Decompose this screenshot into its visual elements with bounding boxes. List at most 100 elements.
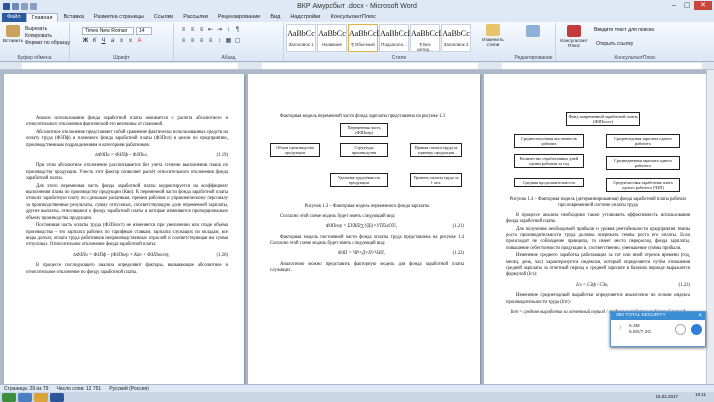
find-button[interactable]: [522, 25, 544, 53]
styles-group: Стили: [286, 23, 512, 61]
line-spacing-icon[interactable]: ↕: [216, 38, 223, 45]
font-group-label: Шрифт: [113, 55, 130, 61]
tab-references[interactable]: Ссылки: [149, 13, 178, 22]
tab-home[interactable]: Главная: [25, 13, 59, 22]
title-bar: ВКР Амурсбыт .docx - Microsoft Word – ▢ …: [0, 0, 714, 12]
tab-addins[interactable]: Надстройки: [285, 13, 325, 22]
italic-icon[interactable]: К: [91, 38, 98, 45]
tab-view[interactable]: Вид: [265, 13, 285, 22]
system-clock[interactable]: 10:11: [695, 392, 706, 397]
numbering-icon[interactable]: ≡: [189, 27, 196, 34]
paragraph: Изменение среднего заработка работающих …: [506, 253, 690, 278]
formula: Iсз = СЗф / СЗо, (1.23): [576, 282, 690, 288]
font-family-select[interactable]: Times New Roman: [82, 27, 134, 35]
formula: ∆ФЗПо = ФЗПф – (ФЗПпер × Квп + ФЗПпост),…: [73, 252, 228, 258]
factor-diagram-1: Переменная часть (ФЗПпер) Объем производ…: [270, 121, 464, 201]
tab-insert[interactable]: Вставка: [58, 13, 88, 22]
document-page-2[interactable]: Факторная модель переменной части фонда …: [248, 74, 480, 384]
align-center-icon[interactable]: ≡: [189, 38, 196, 45]
popup-close-icon[interactable]: ×: [698, 312, 702, 320]
align-row: ≡ ≡ ≡ ≡ ↕ ▦ ▢: [180, 38, 241, 45]
tab-file[interactable]: Файл: [2, 13, 26, 22]
document-area[interactable]: Анализ использования фонда заработной пл…: [0, 70, 714, 384]
consultant-search-input[interactable]: Введите текст для поиска: [592, 27, 692, 35]
consultant-button[interactable]: Консультант Плюс: [560, 25, 588, 53]
borders-icon[interactable]: ▢: [234, 38, 241, 45]
strikethrough-icon[interactable]: a: [109, 38, 116, 45]
word-taskbar-icon[interactable]: [50, 392, 64, 402]
paragraph: Анализ использования фонда заработной пл…: [26, 116, 228, 128]
diagram-box: Среднедневная зарплата одного рабочего: [606, 156, 680, 170]
subscript-icon[interactable]: x: [118, 38, 125, 45]
paragraph: Факторная модель переменной части фонда …: [280, 114, 445, 119]
figure-caption: Рисунок 1.4 – Факторная модель (детермин…: [509, 197, 687, 209]
window-title: ВКР Амурсбыт .docx - Microsoft Word: [297, 2, 417, 10]
paragraph: Постоянная часть оплаты труда (ФЗПпост) …: [26, 223, 228, 248]
underline-icon[interactable]: Ч: [100, 38, 107, 45]
diagram-box: Средняя продолжительность: [514, 178, 584, 187]
tab-page-layout[interactable]: Разметка страницы: [89, 13, 149, 22]
font-color-icon[interactable]: A: [136, 38, 143, 45]
diagram-box: Фонд повременной заработной платы (ФЗПпо…: [566, 112, 640, 126]
vertical-scrollbar[interactable]: [706, 70, 714, 384]
paragraph: Для этого переменная часть фонда заработ…: [26, 183, 228, 221]
explorer-taskbar-icon[interactable]: [18, 392, 32, 402]
justify-icon[interactable]: ≡: [207, 38, 214, 45]
copy-button[interactable]: Копировать: [25, 33, 70, 40]
paragraph: Согласно этой схеме модель будет иметь с…: [280, 213, 396, 219]
page-count[interactable]: Страница: 29 из 79: [4, 385, 48, 392]
increase-indent-icon[interactable]: ⇥: [216, 27, 223, 34]
editing-group: Редактирование: [512, 23, 556, 61]
consultant-group-label: КонсультантПлюс: [614, 55, 656, 61]
format-painter-button[interactable]: Формат по образцу: [25, 40, 70, 47]
word-count[interactable]: Число слов: 12 751: [56, 385, 101, 392]
decrease-indent-icon[interactable]: ⇤: [207, 27, 214, 34]
figure-caption: Рисунок 1.3 – Факторная модель переменно…: [304, 204, 430, 210]
diagram-box: Удельная трудоёмкость продукции: [330, 173, 388, 188]
diagram-box: Структура производства: [340, 143, 388, 158]
close-button[interactable]: ✕: [694, 1, 712, 10]
ribbon: Вставить Вырезать Копировать Формат по о…: [0, 22, 714, 62]
align-right-icon[interactable]: ≡: [198, 38, 205, 45]
system-date[interactable]: 15.02.2017: [655, 394, 678, 399]
tab-review[interactable]: Рецензирование: [213, 13, 265, 22]
start-button-icon[interactable]: [2, 392, 16, 402]
paragraph: В процессе последующего анализа определя…: [26, 263, 228, 275]
speed-gauge-icon[interactable]: [675, 324, 686, 335]
editing-group-label: Редактирование: [514, 55, 553, 61]
show-marks-icon[interactable]: ¶: [234, 27, 241, 34]
tab-consultant[interactable]: КонсультантПлюс: [326, 13, 381, 22]
diagram-box: Объем производства продукции: [270, 143, 320, 158]
network-usage: 5.3M 6.8G/7.2G: [629, 324, 652, 335]
folder-taskbar-icon[interactable]: [34, 392, 48, 402]
paragraph: В процессе анализа необходимо также уста…: [506, 212, 690, 225]
boost-icon[interactable]: [691, 324, 702, 335]
security-popup[interactable]: 360 TOTAL SECURITY × ↑ 5.3M 6.8G/7.2G: [610, 311, 706, 347]
diagram-box: Переменная часть (ФЗПпер): [340, 123, 388, 138]
popup-title: 360 TOTAL SECURITY: [611, 312, 705, 320]
paragraph-group: ≡ ≡ ≡ ⇤ ⇥ ↕ ¶ ≡ ≡ ≡ ≡ ↕ ▦ ▢ Абзац: [174, 23, 284, 61]
superscript-icon[interactable]: x: [127, 38, 134, 45]
horizontal-ruler[interactable]: [0, 62, 714, 70]
ribbon-tabs: Файл Главная Вставка Разметка страницы С…: [0, 12, 714, 22]
multilevel-list-icon[interactable]: ≡: [198, 27, 205, 34]
bullets-icon[interactable]: ≡: [180, 27, 187, 34]
paste-button[interactable]: Вставить: [2, 25, 24, 53]
bold-icon[interactable]: Ж: [82, 38, 89, 45]
formula: ФЗП = ЧР×Д×П×ЧЗП, (1.22): [337, 251, 464, 257]
sort-icon[interactable]: ↕: [225, 27, 232, 34]
tab-mailings[interactable]: Рассылки: [178, 13, 213, 22]
cut-button[interactable]: Вырезать: [25, 26, 70, 33]
factor-diagram-2: Фонд повременной заработной платы (ФЗПпо…: [506, 112, 690, 194]
open-link-button[interactable]: Открыть ссылку: [596, 41, 633, 48]
language-indicator[interactable]: Русский (Россия): [109, 385, 149, 392]
font-size-select[interactable]: 14: [136, 27, 152, 35]
formula: ФЗПпер = ΣVВП(∑УДi)×УТЕiхОТi, (1.21): [325, 224, 464, 230]
document-page-1[interactable]: Анализ использования фонда заработной пл…: [4, 74, 244, 384]
align-left-icon[interactable]: ≡: [180, 38, 187, 45]
maximize-button[interactable]: ▢: [681, 1, 693, 10]
shading-icon[interactable]: ▦: [225, 38, 232, 45]
minimize-button[interactable]: –: [668, 1, 680, 10]
paragraph: Изменение среднегодовой выработки опреде…: [506, 293, 690, 305]
consultant-group: Консультант Плюс Введите текст для поиск…: [556, 23, 714, 61]
